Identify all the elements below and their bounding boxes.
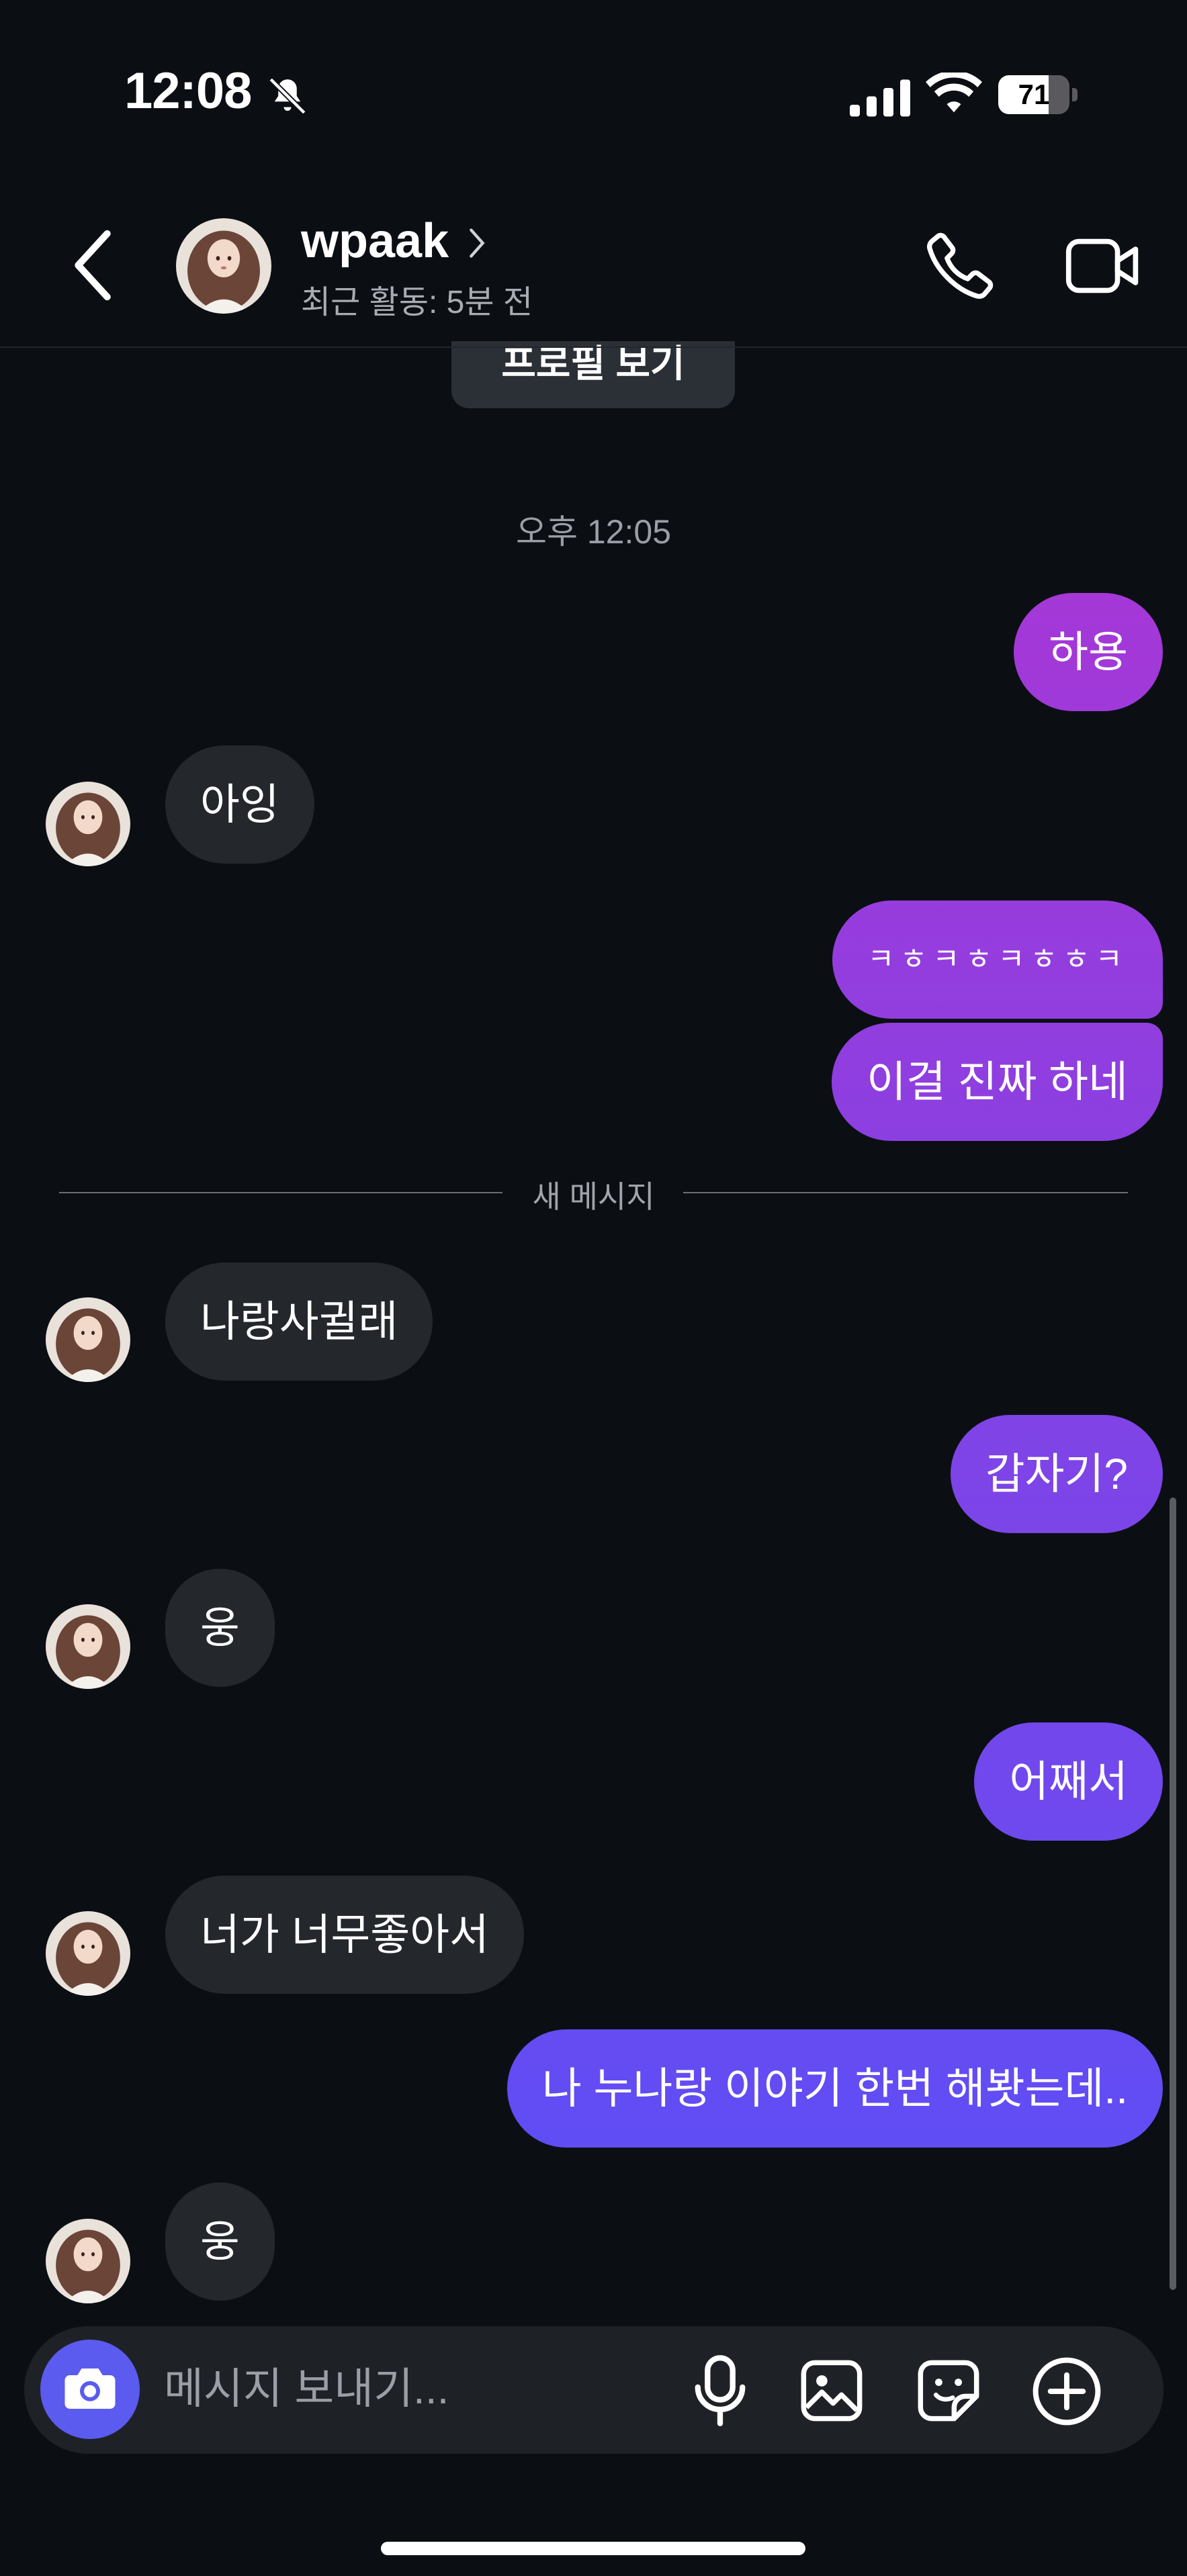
plus-circle-icon[interactable] bbox=[1031, 2356, 1102, 2427]
contact-username[interactable]: wpaak bbox=[301, 214, 449, 269]
sender-avatar[interactable] bbox=[46, 1297, 130, 1382]
battery-indicator: 71 bbox=[998, 75, 1078, 114]
microphone-icon[interactable] bbox=[692, 2354, 748, 2426]
avatar-image bbox=[176, 218, 271, 314]
home-indicator[interactable] bbox=[381, 2542, 805, 2555]
message-timestamp: 오후 12:05 bbox=[515, 513, 671, 551]
header-divider bbox=[0, 347, 1187, 348]
sender-avatar[interactable] bbox=[46, 1911, 130, 1996]
outgoing-message[interactable]: 갑자기? bbox=[950, 1415, 1163, 1533]
incoming-message[interactable]: 나랑사귈래 bbox=[165, 1262, 433, 1381]
image-icon[interactable] bbox=[798, 2357, 865, 2424]
incoming-message[interactable]: 너가 너무좋아서 bbox=[165, 1876, 524, 1994]
outgoing-message[interactable]: 나 누나랑 이야기 한번 해봣는데.. bbox=[507, 2029, 1163, 2148]
dm-screen: 12:08 71 wpaak 최근 활동: 5분 전 프로필 보기 오후 12:… bbox=[0, 0, 1187, 2576]
incoming-message[interactable]: 아잉 bbox=[165, 745, 314, 864]
view-profile-button[interactable]: 프로필 보기 bbox=[451, 341, 735, 408]
cellular-signal-icon bbox=[850, 79, 910, 117]
video-camera-icon[interactable] bbox=[1065, 235, 1142, 297]
bell-muted-icon bbox=[269, 77, 306, 115]
chat-scrollbar[interactable] bbox=[1170, 1498, 1176, 2290]
message-input[interactable] bbox=[164, 2352, 634, 2426]
outgoing-message[interactable]: 이걸 진짜 하네 bbox=[832, 1023, 1163, 1141]
header-avatar[interactable] bbox=[176, 218, 271, 314]
incoming-message[interactable]: 웅 bbox=[165, 1569, 275, 1687]
sticker-icon[interactable] bbox=[915, 2357, 982, 2424]
incoming-message[interactable]: 웅 bbox=[165, 2182, 275, 2301]
chevron-right-icon[interactable] bbox=[465, 226, 489, 261]
outgoing-message[interactable]: ㅋㅎㅋㅎㅋㅎㅎㅋ bbox=[832, 901, 1163, 1019]
camera-icon bbox=[64, 2368, 116, 2409]
back-button[interactable] bbox=[67, 228, 121, 302]
outgoing-message[interactable]: 어째서 bbox=[974, 1722, 1163, 1841]
new-message-divider-line bbox=[683, 1192, 1128, 1193]
phone-icon[interactable] bbox=[924, 228, 998, 302]
status-time: 12:08 bbox=[124, 62, 252, 120]
camera-button[interactable] bbox=[40, 2340, 140, 2439]
last-active-status: 최근 활동: 5분 전 bbox=[301, 285, 533, 320]
outgoing-message[interactable]: 하용 bbox=[1014, 593, 1163, 711]
wifi-icon bbox=[926, 73, 982, 113]
sender-avatar[interactable] bbox=[46, 2219, 130, 2303]
sender-avatar[interactable] bbox=[46, 782, 130, 866]
battery-percent: 71 bbox=[1018, 79, 1050, 110]
sender-avatar[interactable] bbox=[46, 1604, 130, 1689]
new-message-divider: 새 메시지 bbox=[532, 1179, 655, 1214]
